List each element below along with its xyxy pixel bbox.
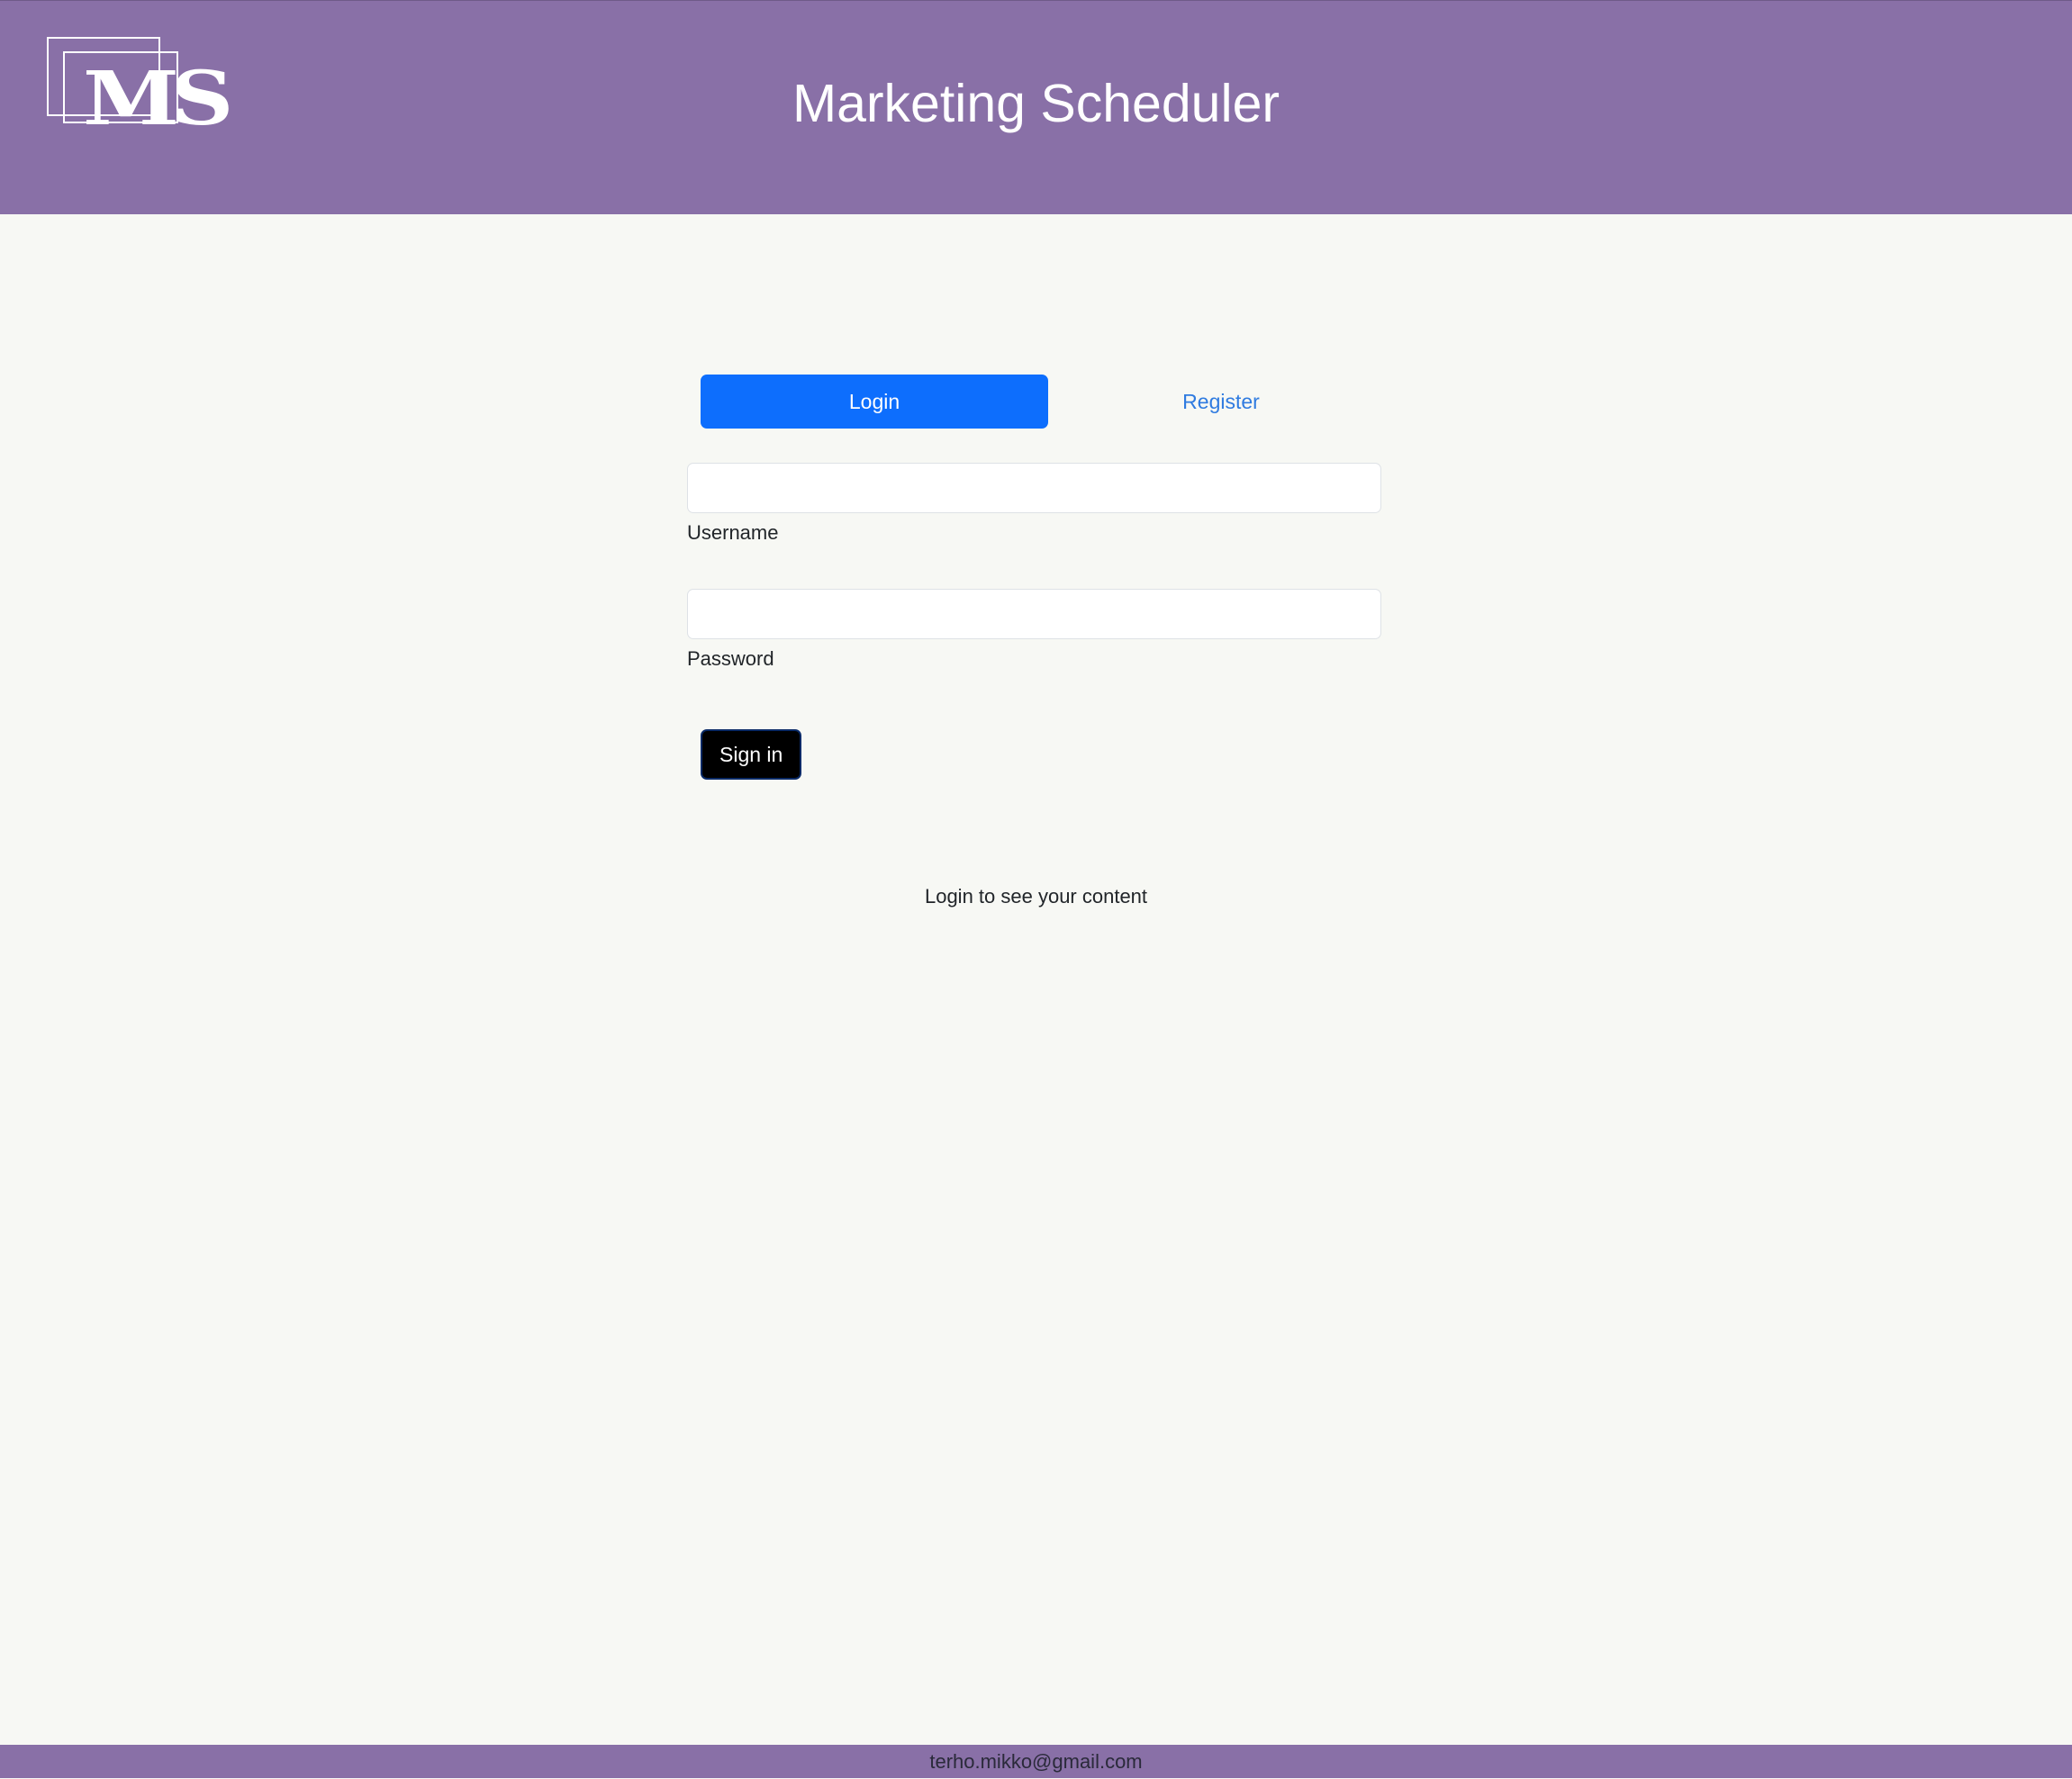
login-hint: Login to see your content <box>924 885 1148 908</box>
tab-register[interactable]: Register <box>1047 375 1395 429</box>
password-label: Password <box>687 647 774 670</box>
app-header: MS Marketing Scheduler <box>0 0 2072 214</box>
app-footer: terho.mikko@gmail.com <box>0 1745 2072 1778</box>
password-input[interactable] <box>687 589 1381 639</box>
tab-login[interactable]: Login <box>701 375 1048 429</box>
username-input[interactable] <box>687 463 1381 513</box>
sign-in-button[interactable]: Sign in <box>701 729 802 780</box>
username-label: Username <box>687 521 779 544</box>
app-title: Marketing Scheduler <box>792 74 1280 133</box>
username-field-group: Username <box>687 463 1381 546</box>
auth-tabs: Login Register <box>701 375 1395 429</box>
footer-email: terho.mikko@gmail.com <box>929 1750 1143 1773</box>
password-field-group: Password <box>687 589 1381 672</box>
